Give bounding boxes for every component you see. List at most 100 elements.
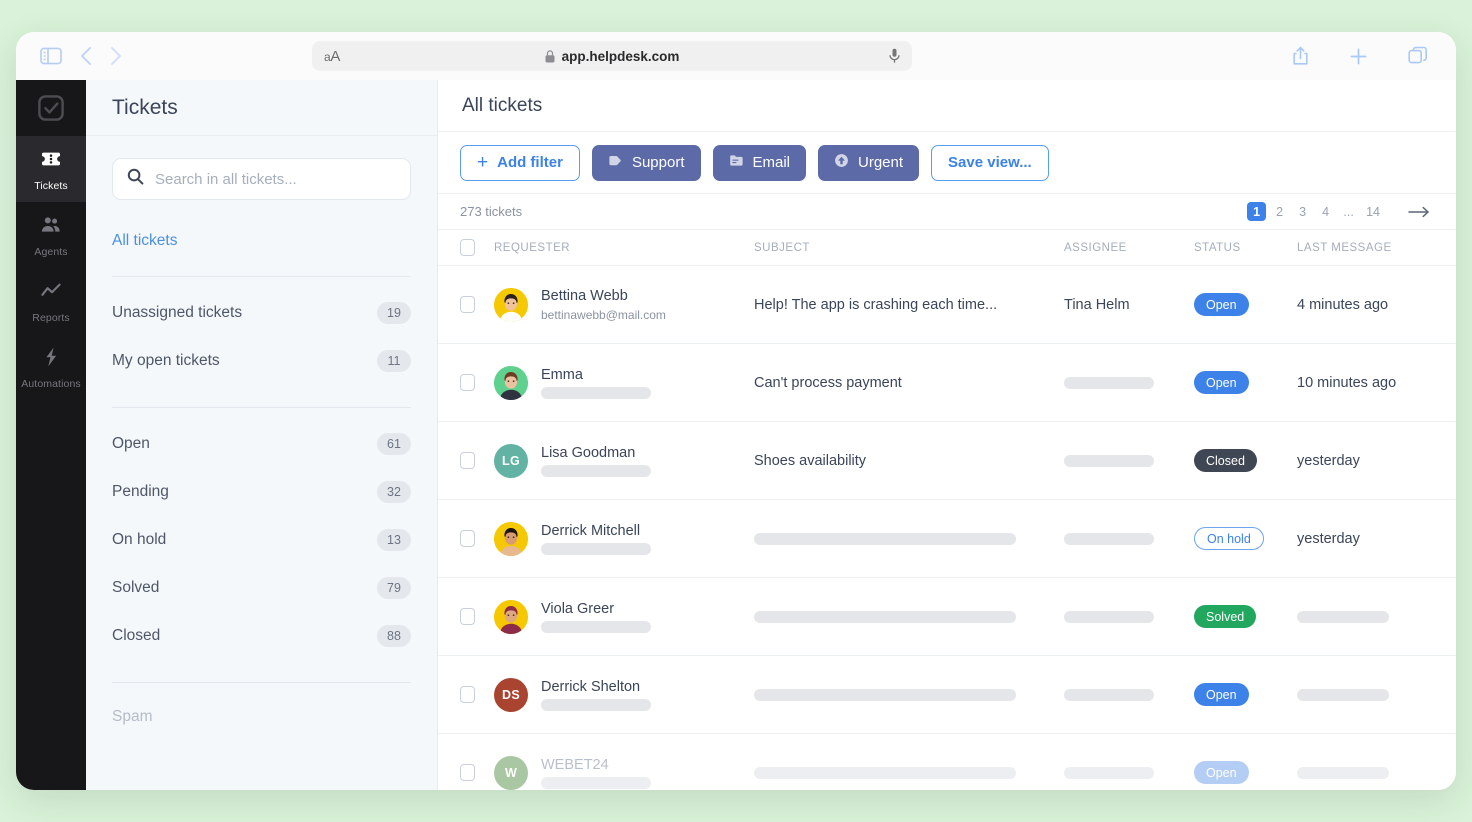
last-message-redacted — [1297, 611, 1389, 623]
requester-email-redacted — [541, 387, 651, 399]
search-input[interactable] — [155, 171, 396, 188]
sidebar-count-on-hold: 13 — [377, 529, 411, 551]
sidebar-toggle-icon[interactable] — [40, 47, 62, 65]
back-arrow-icon[interactable] — [80, 46, 92, 66]
assignee-redacted — [1064, 767, 1154, 779]
table-row[interactable]: Bettina Webbbettinawebb@mail.comHelp! Th… — [438, 266, 1456, 344]
subject-cell: Shoes availability — [754, 452, 1064, 470]
table-row[interactable]: DSDerrick SheltonOpen — [438, 656, 1456, 734]
row-checkbox[interactable] — [460, 296, 475, 313]
row-checkbox[interactable] — [460, 530, 475, 547]
assignee-cell: Tina Helm — [1064, 296, 1194, 314]
rail-item-agents[interactable]: Agents — [16, 202, 86, 268]
table-row[interactable]: LGLisa GoodmanShoes availabilityClosedye… — [438, 422, 1456, 500]
status-badge: On hold — [1194, 527, 1264, 550]
requester-name: Emma — [541, 367, 651, 383]
page-ellipsis: ... — [1339, 202, 1358, 221]
last-message-cell: 4 minutes ago — [1297, 296, 1434, 314]
rail-label-agents: Agents — [34, 246, 67, 258]
table-row[interactable]: Viola GreerSolved — [438, 578, 1456, 656]
chart-line-icon — [40, 280, 62, 307]
last-message-cell: yesterday — [1297, 530, 1434, 548]
page-3[interactable]: 3 — [1293, 202, 1312, 221]
subject-text: Help! The app is crashing each time... — [754, 297, 997, 313]
sidebar-item-pending[interactable]: Pending 32 — [112, 468, 411, 516]
sidebar-item-open[interactable]: Open 61 — [112, 420, 411, 468]
rail-label-automations: Automations — [21, 378, 80, 390]
last-message-cell — [1297, 611, 1434, 623]
requester-email-redacted — [541, 621, 651, 633]
requester-cell: Viola Greer — [494, 600, 754, 634]
filter-toolbar: + Add filter Support — [438, 132, 1456, 194]
forward-arrow-icon[interactable] — [110, 46, 122, 66]
share-icon[interactable] — [1292, 46, 1309, 66]
rail-item-tickets[interactable]: Tickets — [16, 136, 86, 202]
search-box[interactable] — [112, 158, 411, 200]
filter-chip-email[interactable]: Email — [713, 145, 807, 181]
column-header-status: STATUS — [1194, 242, 1297, 254]
avatar-photo — [494, 366, 528, 400]
tabs-overview-icon[interactable] — [1408, 46, 1428, 66]
sidebar-item-unassigned-tickets[interactable]: Unassigned tickets 19 — [112, 289, 411, 337]
status-cell: On hold — [1194, 527, 1297, 550]
select-all-checkbox[interactable] — [460, 239, 475, 256]
last-message-cell — [1297, 767, 1434, 779]
table-row[interactable]: EmmaCan't process paymentOpen10 minutes … — [438, 344, 1456, 422]
plus-icon[interactable] — [1349, 47, 1368, 66]
save-view-button[interactable]: Save view... — [931, 145, 1049, 181]
requester-cell: Emma — [494, 366, 754, 400]
page-4[interactable]: 4 — [1316, 202, 1335, 221]
subject-cell — [754, 689, 1064, 701]
sidebar-item-spam[interactable]: Spam — [112, 695, 411, 739]
filter-chip-support[interactable]: Support — [592, 145, 701, 181]
status-cell: Closed — [1194, 449, 1297, 472]
sidebar-item-closed[interactable]: Closed 88 — [112, 612, 411, 660]
sidebar-item-on-hold[interactable]: On hold 13 — [112, 516, 411, 564]
rail-item-automations[interactable]: Automations — [16, 334, 86, 400]
table-row[interactable]: WWEBET24Open — [438, 734, 1456, 790]
row-checkbox[interactable] — [460, 764, 475, 781]
avatar-photo — [494, 600, 528, 634]
row-checkbox[interactable] — [460, 608, 475, 625]
requester-name: Derrick Shelton — [541, 679, 651, 695]
app-logo-icon — [16, 80, 86, 136]
microphone-icon[interactable] — [889, 48, 900, 64]
arrow-right-icon[interactable] — [1404, 202, 1434, 221]
column-header-requester: REQUESTER — [494, 242, 754, 254]
row-checkbox[interactable] — [460, 452, 475, 469]
sidebar-label-unassigned: Unassigned tickets — [112, 304, 242, 322]
row-checkbox[interactable] — [460, 374, 475, 391]
row-checkbox[interactable] — [460, 686, 475, 703]
row-select-cell — [460, 686, 494, 703]
sidebar-label-solved: Solved — [112, 579, 159, 597]
text-size-icon[interactable]: aA — [324, 48, 340, 65]
assignee-cell — [1064, 689, 1194, 701]
sidebar-item-my-open-tickets[interactable]: My open tickets 11 — [112, 337, 411, 385]
add-filter-button[interactable]: + Add filter — [460, 145, 580, 181]
table-header: REQUESTER SUBJECT ASSIGNEE STATUS LAST M… — [438, 230, 1456, 266]
last-message-text: yesterday — [1297, 531, 1360, 547]
address-bar-content: app.helpdesk.com — [312, 49, 912, 64]
page-14[interactable]: 14 — [1362, 202, 1384, 221]
ticket-count: 273 tickets — [460, 204, 522, 219]
assignee-text: Tina Helm — [1064, 297, 1130, 313]
requester-email-redacted — [541, 465, 651, 477]
avatar — [494, 366, 528, 400]
page-2[interactable]: 2 — [1270, 202, 1289, 221]
address-bar[interactable]: aA app.helpdesk.com — [312, 41, 912, 71]
avatar-initials: LG — [502, 454, 520, 468]
status-cell: Open — [1194, 683, 1297, 706]
sidebar-item-solved[interactable]: Solved 79 — [112, 564, 411, 612]
avatar: LG — [494, 444, 528, 478]
table-row[interactable]: Derrick MitchellOn holdyesterday — [438, 500, 1456, 578]
filter-chip-urgent[interactable]: Urgent — [818, 145, 919, 181]
sidebar-label-my-open: My open tickets — [112, 352, 220, 370]
subject-cell — [754, 767, 1064, 779]
avatar — [494, 288, 528, 322]
lightning-bolt-icon — [40, 346, 62, 373]
assignee-cell — [1064, 767, 1194, 779]
rail-item-reports[interactable]: Reports — [16, 268, 86, 334]
status-cell: Open — [1194, 761, 1297, 784]
sidebar-item-all-tickets[interactable]: All tickets — [112, 226, 411, 254]
page-1[interactable]: 1 — [1247, 202, 1266, 221]
